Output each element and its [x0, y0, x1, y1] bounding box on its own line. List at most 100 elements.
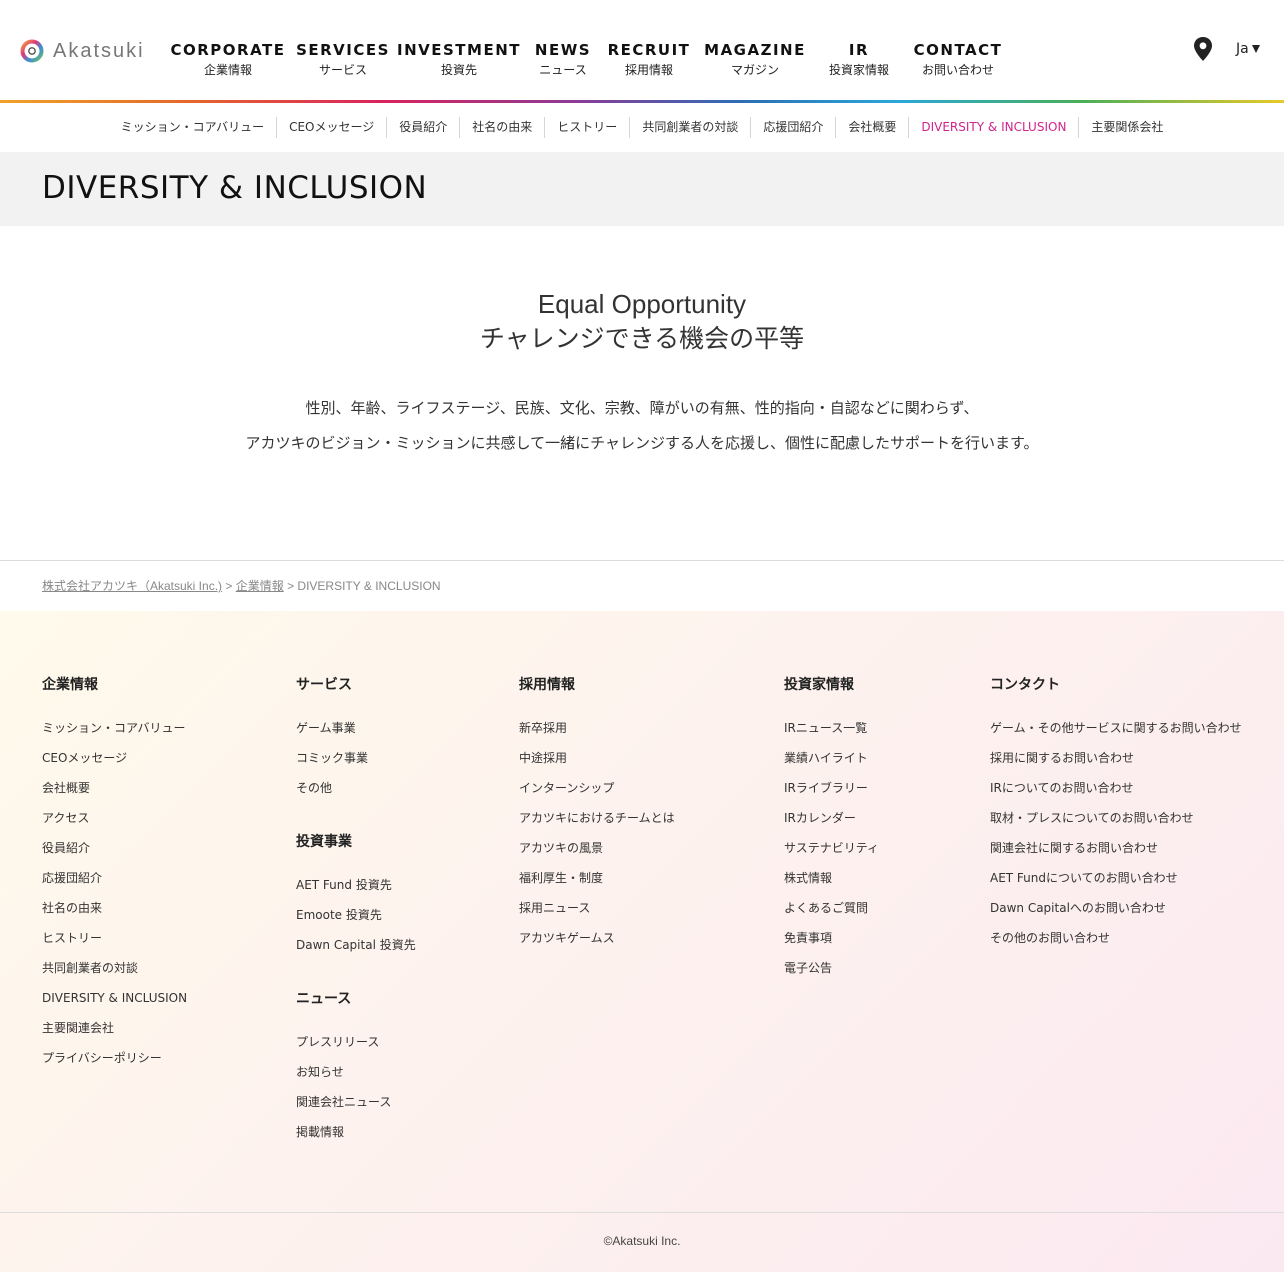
footer-link[interactable]: 株式情報 [784, 868, 832, 888]
footer-link[interactable]: 会社概要 [42, 778, 90, 798]
footer-link[interactable]: IRニュース一覧 [784, 718, 867, 738]
page-title-band: DIVERSITY & INCLUSION [0, 152, 1284, 226]
nav-recruit[interactable]: RECRUIT 採用情報 [608, 40, 691, 80]
footer-link[interactable]: 業績ハイライト [784, 748, 868, 768]
footer-link[interactable]: プレスリリース [296, 1032, 379, 1052]
breadcrumb-separator: > [283, 579, 298, 593]
footer-link[interactable]: AET Fundについてのお問い合わせ [990, 868, 1178, 888]
footer-link[interactable]: 採用ニュース [519, 898, 590, 918]
footer-link[interactable]: インターンシップ [519, 778, 614, 798]
footer-link[interactable]: 関連会社に関するお問い合わせ [990, 838, 1158, 858]
site-header: Akatsuki CORPORATE 企業情報 SERVICES サービス IN… [0, 0, 1284, 100]
site-footer: 企業情報 ミッション・コアバリュー CEOメッセージ 会社概要 アクセス 役員紹… [0, 611, 1284, 1272]
subnav-supporters[interactable]: 応援団紹介 [750, 117, 835, 138]
nav-investment[interactable]: INVESTMENT 投資先 [397, 40, 521, 80]
nav-label-en: CONTACT [913, 41, 1003, 59]
footer-link[interactable]: 共同創業者の対談 [42, 958, 138, 978]
footer-heading-ir[interactable]: 投資家情報 [784, 675, 854, 695]
footer-link[interactable]: Emoote 投資先 [296, 905, 382, 925]
footer-link[interactable]: ゲーム・その他サービスに関するお問い合わせ [990, 718, 1242, 738]
footer-link[interactable]: ゲーム事業 [296, 718, 356, 738]
subnav-founders-talk[interactable]: 共同創業者の対談 [629, 117, 750, 138]
footer-heading-investment[interactable]: 投資事業 [296, 832, 352, 852]
nav-services[interactable]: SERVICES サービス [296, 40, 390, 80]
corporate-subnav: ミッション・コアバリュー CEOメッセージ 役員紹介 社名の由来 ヒストリー 共… [0, 103, 1284, 152]
breadcrumb-current: DIVERSITY & INCLUSION [297, 579, 441, 593]
footer-link[interactable]: Dawn Capital 投資先 [296, 935, 416, 955]
breadcrumb-separator: > [222, 579, 236, 593]
footer-link[interactable]: 役員紹介 [42, 838, 90, 858]
nav-news[interactable]: NEWS ニュース [535, 40, 591, 80]
subnav-mission[interactable]: ミッション・コアバリュー [109, 117, 277, 138]
footer-link[interactable]: コミック事業 [296, 748, 368, 768]
breadcrumb: 株式会社アカツキ（Akatsuki Inc.) > 企業情報 > DIVERSI… [42, 576, 441, 596]
footer-link[interactable]: DIVERSITY & INCLUSION [42, 988, 187, 1008]
footer-heading-corporate[interactable]: 企業情報 [42, 675, 98, 695]
footer-link[interactable]: よくあるご質問 [784, 898, 868, 918]
footer-link[interactable]: 免責事項 [784, 928, 832, 948]
footer-link[interactable]: IRについてのお問い合わせ [990, 778, 1134, 798]
footer-link[interactable]: ミッション・コアバリュー [42, 718, 186, 738]
nav-label-en: MAGAZINE [704, 41, 806, 59]
nav-label-ja: 企業情報 [203, 63, 252, 77]
subnav-ceo-message[interactable]: CEOメッセージ [276, 117, 386, 138]
footer-link[interactable]: 取材・プレスについてのお問い合わせ [990, 808, 1194, 828]
footer-link[interactable]: IRカレンダー [784, 808, 856, 828]
footer-link[interactable]: AET Fund 投資先 [296, 875, 392, 895]
nav-ir[interactable]: IR 投資家情報 [829, 40, 889, 80]
footer-link[interactable]: 電子公告 [784, 958, 832, 978]
footer-link[interactable]: その他 [296, 778, 332, 798]
subnav-company-overview[interactable]: 会社概要 [835, 117, 908, 138]
nav-magazine[interactable]: MAGAZINE マガジン [704, 40, 806, 80]
footer-link[interactable]: アカツキの風景 [519, 838, 603, 858]
footer-link[interactable]: お知らせ [296, 1062, 344, 1082]
footer-heading-news[interactable]: ニュース [296, 989, 351, 1009]
footer-link[interactable]: 福利厚生・制度 [519, 868, 603, 888]
footer-heading-recruit[interactable]: 採用情報 [519, 675, 575, 695]
subnav-diversity-inclusion[interactable]: DIVERSITY & INCLUSION [908, 117, 1078, 138]
footer-link[interactable]: 新卒採用 [519, 718, 567, 738]
footer-link[interactable]: CEOメッセージ [42, 748, 127, 768]
section-paragraph-line1: 性別、年齢、ライフステージ、民族、文化、宗教、障がいの有無、性的指向・自認などに… [305, 399, 979, 417]
nav-corporate[interactable]: CORPORATE 企業情報 [170, 40, 285, 80]
footer-link[interactable]: サステナビリティ [784, 838, 879, 858]
nav-label-ja: 投資家情報 [828, 63, 890, 77]
footer-heading-services[interactable]: サービス [296, 675, 352, 695]
footer-link[interactable]: その他のお問い合わせ [990, 928, 1110, 948]
section-paragraph-line2: アカツキのビジョン・ミッションに共感して一緒にチャレンジする人を応援し、個性に配… [245, 434, 1039, 452]
language-label: Ja [1236, 41, 1249, 57]
footer-link[interactable]: 中途採用 [519, 748, 567, 768]
subnav-name-origin[interactable]: 社名の由来 [459, 117, 544, 138]
breadcrumb-home-link[interactable]: 株式会社アカツキ（Akatsuki Inc.) [42, 579, 222, 593]
footer-link[interactable]: ヒストリー [42, 928, 102, 948]
map-pin-icon[interactable] [1193, 37, 1213, 61]
footer-link[interactable]: 関連会社ニュース [296, 1092, 391, 1112]
language-selector[interactable]: Ja [1236, 41, 1260, 57]
nav-label-ja: 採用情報 [624, 63, 674, 77]
footer-heading-contact[interactable]: コンタクト [990, 675, 1060, 695]
section-title-ja: チャレンジできる機会の平等 [479, 324, 805, 353]
footer-link[interactable]: IRライブラリー [784, 778, 868, 798]
logo-link[interactable]: Akatsuki [20, 39, 145, 63]
footer-link[interactable]: Dawn Capitalへのお問い合わせ [990, 898, 1166, 918]
subnav-history[interactable]: ヒストリー [544, 117, 629, 138]
footer-link[interactable]: 応援団紹介 [42, 868, 102, 888]
subnav-affiliates[interactable]: 主要関係会社 [1078, 117, 1175, 138]
footer-link[interactable]: アカツキにおけるチームとは [519, 808, 675, 828]
nav-label-en: RECRUIT [607, 41, 691, 59]
brand-name: Akatsuki [53, 39, 145, 62]
footer-link[interactable]: 採用に関するお問い合わせ [990, 748, 1134, 768]
breadcrumb-corporate-link[interactable]: 企業情報 [236, 579, 284, 593]
footer-link[interactable]: 主要関連会社 [42, 1018, 114, 1038]
footer-link[interactable]: 掲載情報 [296, 1122, 344, 1142]
footer-divider [0, 1212, 1284, 1213]
subnav-officers[interactable]: 役員紹介 [386, 117, 459, 138]
nav-contact[interactable]: CONTACT お問い合わせ [914, 40, 1003, 80]
footer-link[interactable]: アカツキゲームス [519, 928, 615, 948]
nav-label-ja: 投資先 [440, 63, 478, 77]
footer-link[interactable]: プライバシーポリシー [42, 1048, 162, 1068]
footer-link[interactable]: アクセス [42, 808, 89, 828]
footer-link[interactable]: 社名の由来 [42, 898, 102, 918]
nav-label-en: NEWS [534, 41, 592, 59]
page-title: DIVERSITY & INCLUSION [42, 170, 428, 206]
